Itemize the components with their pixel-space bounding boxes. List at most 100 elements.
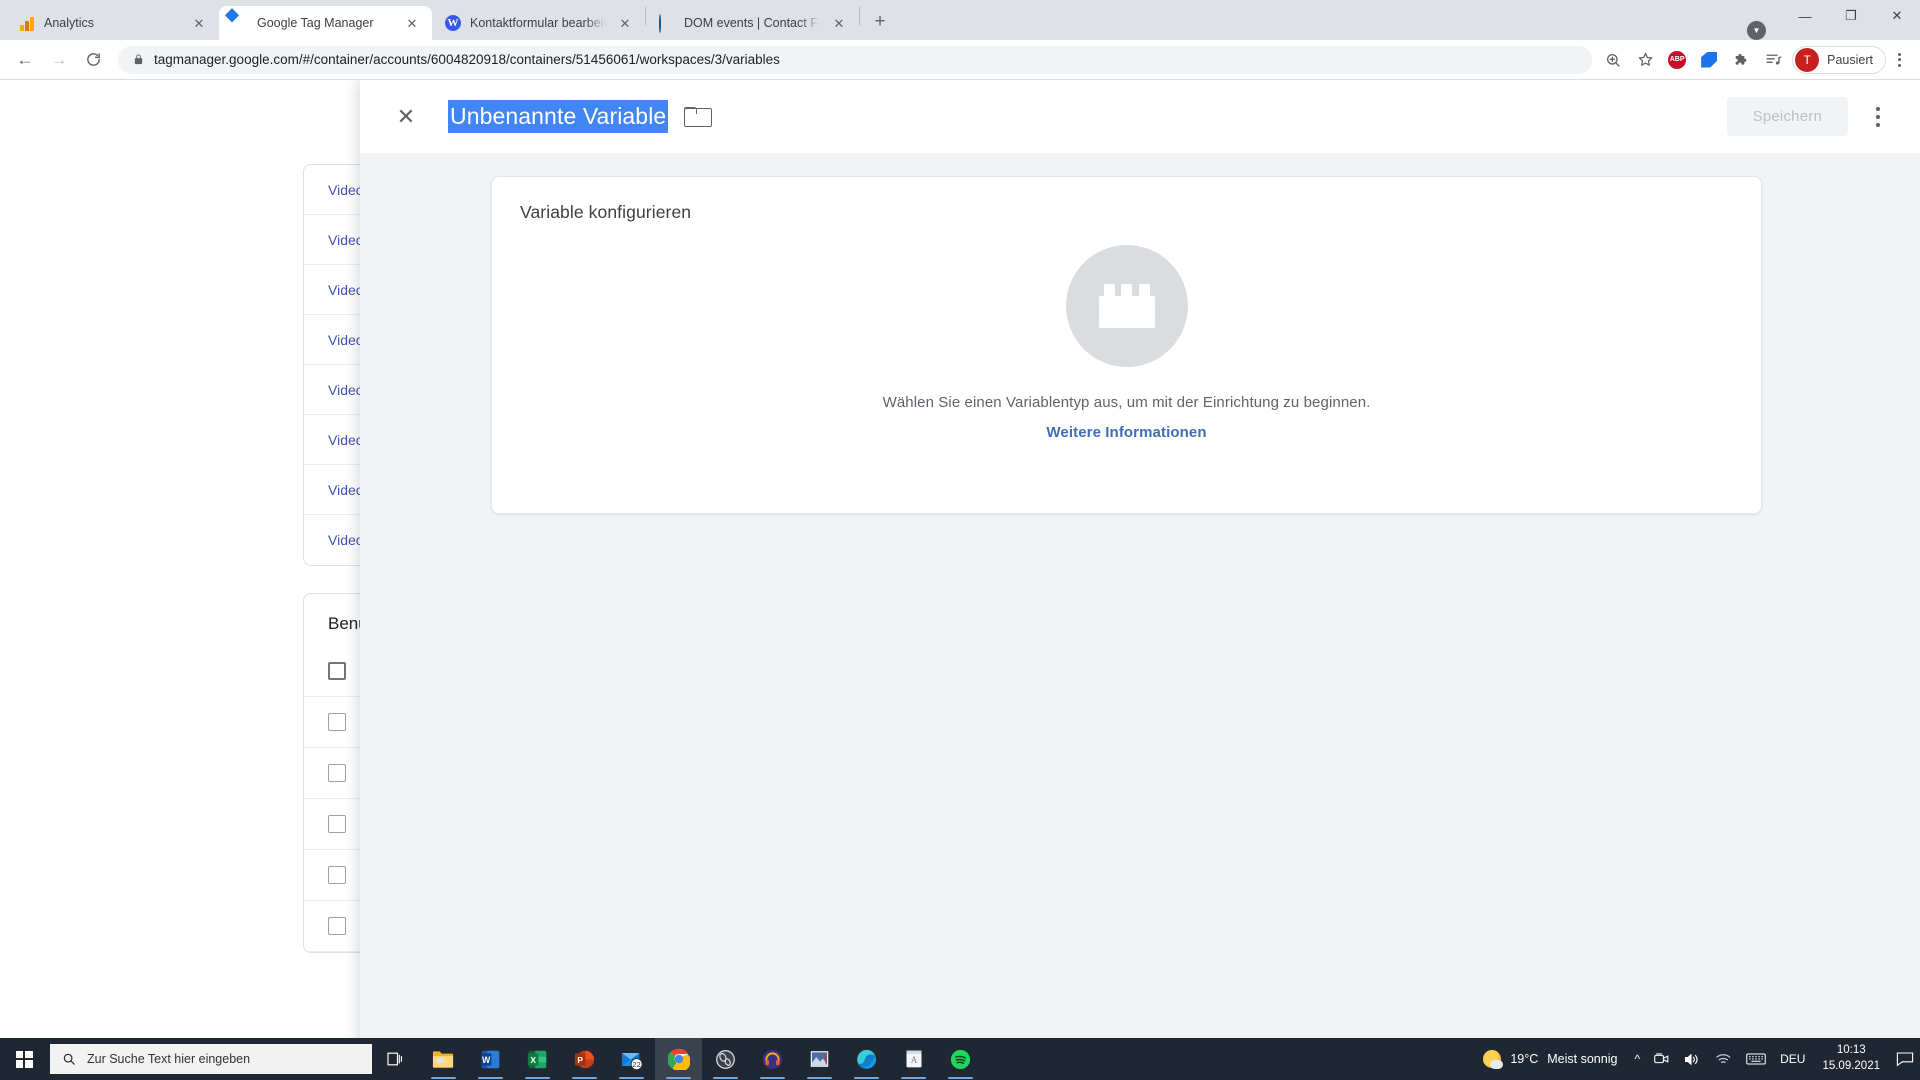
save-button[interactable]: Speichern [1726, 97, 1848, 136]
extensions-puzzle-icon[interactable] [1726, 45, 1756, 75]
windows-start-icon[interactable] [0, 1038, 48, 1080]
volume-icon[interactable] [1677, 1038, 1708, 1080]
abp-badge: ABP [1668, 50, 1687, 69]
clock[interactable]: 10:13 15.09.2021 [1812, 1043, 1890, 1074]
reload-button[interactable] [76, 43, 110, 77]
action-center-icon[interactable] [1890, 1038, 1920, 1080]
wordpress-icon: W [445, 15, 461, 31]
empty-state: Wählen Sie einen Variablentyp aus, um mi… [492, 245, 1761, 441]
dialog-body: Variable konfigurieren Wählen Sie einen … [360, 153, 1920, 1058]
variable-editor-dialog: ✕ Unbenannte Variable Speichern Variable… [360, 80, 1920, 1058]
dialog-header-actions: Speichern [1726, 97, 1898, 137]
tab-close-icon[interactable]: ✕ [189, 13, 209, 33]
avatar: T [1795, 47, 1820, 72]
language-indicator[interactable]: DEU [1773, 1038, 1812, 1080]
profile-button[interactable]: T Pausiert [1792, 45, 1886, 74]
browser-tab-kontaktformular[interactable]: W Kontaktformular bearbeiten ‹ Me ✕ [432, 6, 645, 40]
mail-badge: 22 [632, 1059, 640, 1068]
new-tab-button[interactable]: + [866, 8, 894, 36]
clock-time: 10:13 [1836, 1044, 1866, 1057]
search-icon [62, 1052, 76, 1066]
configure-variable-card: Variable konfigurieren Wählen Sie einen … [491, 176, 1762, 514]
tab-close-icon[interactable]: ✕ [615, 13, 635, 33]
taskbar-app-mail[interactable]: 22 [608, 1038, 655, 1080]
weather-temperature: 19°C [1510, 1052, 1539, 1066]
taskbar-app-spotify[interactable] [937, 1038, 984, 1080]
task-view-icon[interactable] [372, 1038, 420, 1080]
weather-icon [1483, 1050, 1504, 1069]
browser-tab-analytics[interactable]: Analytics ✕ [6, 6, 219, 40]
chevron-down-icon[interactable]: ▼ [1747, 21, 1766, 40]
zoom-icon[interactable] [1598, 45, 1628, 75]
tag-assistant-icon[interactable] [1694, 45, 1724, 75]
forward-button[interactable]: → [42, 43, 76, 77]
page-viewport: Video Current Time Video Duration Video … [0, 80, 1920, 1058]
bookmark-star-icon[interactable] [1630, 45, 1660, 75]
minimize-button[interactable]: — [1782, 0, 1828, 32]
show-hidden-icons-chevron[interactable]: ^ [1627, 1038, 1647, 1080]
browser-tab-google-tag-manager[interactable]: Google Tag Manager ✕ [219, 6, 432, 40]
chrome-browser-window: Analytics ✕ Google Tag Manager ✕ W Konta… [0, 0, 1920, 1058]
empty-state-text: Wählen Sie einen Variablentyp aus, um mi… [882, 394, 1371, 411]
wifi-icon[interactable] [1708, 1038, 1739, 1080]
learn-more-link[interactable]: Weitere Informationen [1046, 424, 1206, 441]
weather-description: Meist sonnig [1547, 1052, 1618, 1066]
url-text: tagmanager.google.com/#/container/accoun… [154, 52, 780, 67]
tab-title: Google Tag Manager [257, 16, 374, 30]
taskbar-app-microsoft-edge[interactable] [843, 1038, 890, 1080]
tab-close-icon[interactable]: ✕ [829, 13, 849, 33]
windows-taskbar: Zur Suche Text hier eingeben W X P 22 A … [0, 1038, 1920, 1080]
reading-list-icon[interactable] [1758, 45, 1788, 75]
close-window-button[interactable]: ✕ [1874, 0, 1920, 32]
gtm-icon [232, 15, 248, 31]
folder-icon[interactable] [684, 106, 713, 127]
card-heading: Variable konfigurieren [520, 202, 692, 222]
contactform7-icon [659, 14, 675, 33]
taskbar-app-powerpoint[interactable]: P [561, 1038, 608, 1080]
search-input[interactable]: Zur Suche Text hier eingeben [50, 1044, 372, 1074]
analytics-icon [19, 15, 35, 31]
svg-text:A: A [910, 1055, 917, 1065]
taskbar-app-photos[interactable] [796, 1038, 843, 1080]
taskbar-apps: W X P 22 A [420, 1038, 984, 1080]
window-controls: — ❐ ✕ [1782, 0, 1920, 40]
close-icon[interactable]: ✕ [386, 97, 426, 137]
taskbar-app-excel[interactable]: X [514, 1038, 561, 1080]
keyboard-icon[interactable] [1739, 1038, 1773, 1080]
tab-separator [859, 6, 860, 25]
weather-widget[interactable]: 19°C Meist sonnig [1469, 1050, 1627, 1069]
taskbar-app-file-explorer[interactable] [420, 1038, 467, 1080]
webcam-icon[interactable] [1647, 1038, 1677, 1080]
chrome-menu-icon[interactable] [1886, 45, 1912, 75]
adblock-plus-icon[interactable]: ABP [1662, 45, 1692, 75]
variable-brick-icon [1065, 245, 1188, 367]
variable-name-input[interactable]: Unbenannte Variable [448, 99, 669, 134]
tab-title: Kontaktformular bearbeiten ‹ Me [470, 16, 606, 30]
tab-strip: Analytics ✕ Google Tag Manager ✕ W Konta… [0, 0, 1920, 40]
dialog-header: ✕ Unbenannte Variable Speichern [360, 80, 1920, 153]
tab-close-icon[interactable]: ✕ [402, 13, 422, 33]
taskbar-app-obs-studio[interactable] [702, 1038, 749, 1080]
kebab-menu-icon[interactable] [1858, 97, 1898, 137]
tab-title: DOM events | Contact Form 7 [684, 16, 820, 30]
clock-date: 15.09.2021 [1822, 1060, 1880, 1072]
search-placeholder: Zur Suche Text hier eingeben [87, 1052, 251, 1066]
toolbar-icons: ABP [1598, 45, 1788, 75]
taskbar-app-audio-headset[interactable] [749, 1038, 796, 1080]
system-tray: 19°C Meist sonnig ^ DEU 10:13 15.09.2021 [1469, 1038, 1920, 1080]
svg-text:X: X [530, 1054, 536, 1064]
lock-icon [133, 53, 144, 66]
taskbar-app-word[interactable]: W [467, 1038, 514, 1080]
taskbar-app-notes[interactable]: A [890, 1038, 937, 1080]
tab-title: Analytics [44, 16, 95, 30]
dialog-title-group: Unbenannte Variable [448, 99, 713, 134]
svg-text:W: W [482, 1054, 491, 1064]
address-bar[interactable]: tagmanager.google.com/#/container/accoun… [118, 45, 1593, 74]
browser-tab-dom-events[interactable]: DOM events | Contact Form 7 ✕ [646, 6, 859, 40]
svg-text:P: P [577, 1054, 583, 1064]
back-button[interactable]: ← [8, 43, 42, 77]
maximize-button[interactable]: ❐ [1828, 0, 1874, 32]
profile-label: Pausiert [1827, 52, 1873, 67]
taskbar-app-chrome[interactable] [655, 1038, 702, 1080]
browser-toolbar: ← → tagmanager.google.com/#/container/ac… [0, 40, 1920, 80]
